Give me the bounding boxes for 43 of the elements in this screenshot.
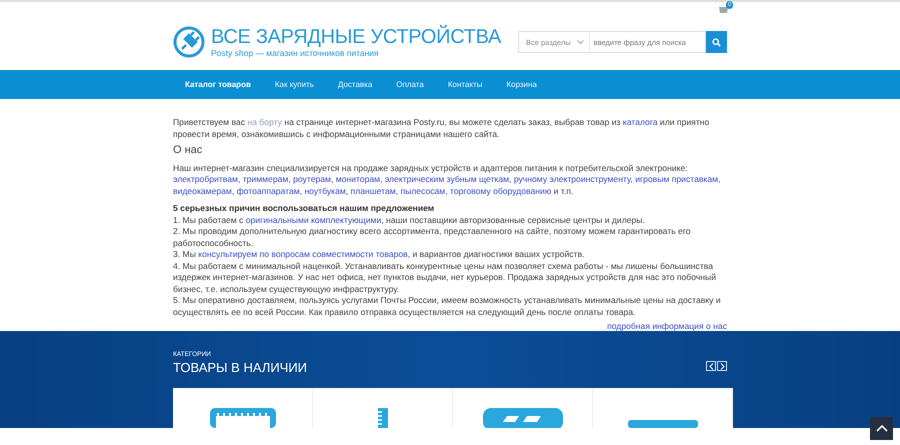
- reason-text: 1. Мы работаем с оригинальными комплектующими, наши поставщики авторизованные сервисные центры и дилеры.: [173, 214, 646, 226]
- plug-logo-icon: [173, 26, 205, 58]
- text-link[interactable]: игровым приставкам: [635, 174, 718, 184]
- text-link[interactable]: роутерам: [293, 174, 331, 184]
- reason-text: 4. Мы работаем с минимальной наценкой. Устанавливать конкурентные цены нам позволяет схема работы - мы лишены большинства издержек интернет-магазинов. У нас нет офиса, нет пунктов выдачи, нет курьеров. Продажа зарядных устройств для нас это побочный бизнес, т.е. используем существующую инфраструктуру.: [173, 260, 718, 295]
- text-link[interactable]: ручному электроинструменту: [514, 174, 630, 184]
- text-link[interactable]: электробритвам: [173, 174, 238, 184]
- text-link[interactable]: мониторам: [336, 174, 380, 184]
- basket-icon: [719, 6, 728, 14]
- section-title: ТОВАРЫ В НАЛИЧИИ: [173, 360, 308, 375]
- text-link[interactable]: пылесосам: [400, 186, 446, 196]
- chevron-down-icon: [576, 40, 584, 44]
- next-button[interactable]: [717, 361, 727, 371]
- device-icon: [628, 420, 698, 428]
- text-link[interactable]: каталога: [622, 117, 658, 127]
- text-link[interactable]: фотоаппаратам: [236, 186, 300, 196]
- section-heading: О нас: [173, 145, 204, 156]
- about-paragraph: Наш интернет-магазин специализируется на продаже зарядных устройств и адаптеров питания к потребительской электронике: электробритвам, триммерам, роутерам, мониторам, электрическим зубным щеткам, ручному электроинструменту, игровым приставкам, видеокамерам, фотоаппаратам, ноутбукам, планшетам, пылесосам, торговому оборудованию и т.п.: [173, 162, 722, 197]
- previous-button[interactable]: [706, 361, 716, 371]
- reason-text: 5. Мы оперативно доставляем, пользуясь услугами Почты России, имеем возможность устанавливать минимальные цены на доставку и осуществлять ее по всей России. Как правило отправка осуществляется на следующий день после оплаты товара.: [173, 295, 722, 318]
- site-title: ВСЕ ЗАРЯДНЫЕ УСТРОЙСТВА: [211, 26, 502, 48]
- reason-text: 3. Мы консультируем по вопросам совместимости товаров, и вариантов диагностики ваших устройств.: [173, 249, 586, 260]
- text-link[interactable]: ноутбукам: [304, 186, 346, 196]
- chevron-up-icon: [876, 425, 888, 432]
- chevron-left-icon: [708, 362, 714, 370]
- nav-link[interactable]: Каталог товаров: [173, 80, 263, 89]
- text-link[interactable]: консультируем по вопросам совместимости товаров: [198, 249, 408, 259]
- chevron-right-icon: [720, 362, 724, 370]
- text-link[interactable]: торговому оборудованию: [450, 186, 552, 196]
- reasons-heading: 5 серьезных причин воспользоваться нашим предложением: [173, 203, 436, 214]
- text-link[interactable]: триммерам: [242, 174, 288, 184]
- intro-paragraph: Приветствуем вас на борту на странице интернет-магазина Posty.ru, вы можете сделать заказ, выбрав товар из каталога или приятно провести время, ознакомившись с информационными страницами нашего сайта.: [173, 117, 710, 140]
- more-info-link[interactable]: подробная информация о нас: [607, 321, 727, 332]
- scroll-to-top-button[interactable]: [870, 417, 893, 440]
- text-link[interactable]: видеокамерам: [173, 186, 232, 196]
- site-tagline: Posty shop — магазин источников питания: [211, 48, 380, 58]
- text-link[interactable]: планшетам: [350, 186, 396, 196]
- faded-text: на борту: [247, 117, 282, 127]
- text-link[interactable]: электрическим зубным щеткам: [384, 174, 510, 184]
- reason-text: 2. Мы проводим дополнительную диагностику всего ассортимента, представленного на сайте, поэтому можем гарантировать его работоспособность.: [173, 226, 692, 249]
- search-button[interactable]: [706, 31, 727, 53]
- search-icon: [712, 38, 721, 46]
- text-link[interactable]: оригинальными комплектующими: [246, 214, 382, 224]
